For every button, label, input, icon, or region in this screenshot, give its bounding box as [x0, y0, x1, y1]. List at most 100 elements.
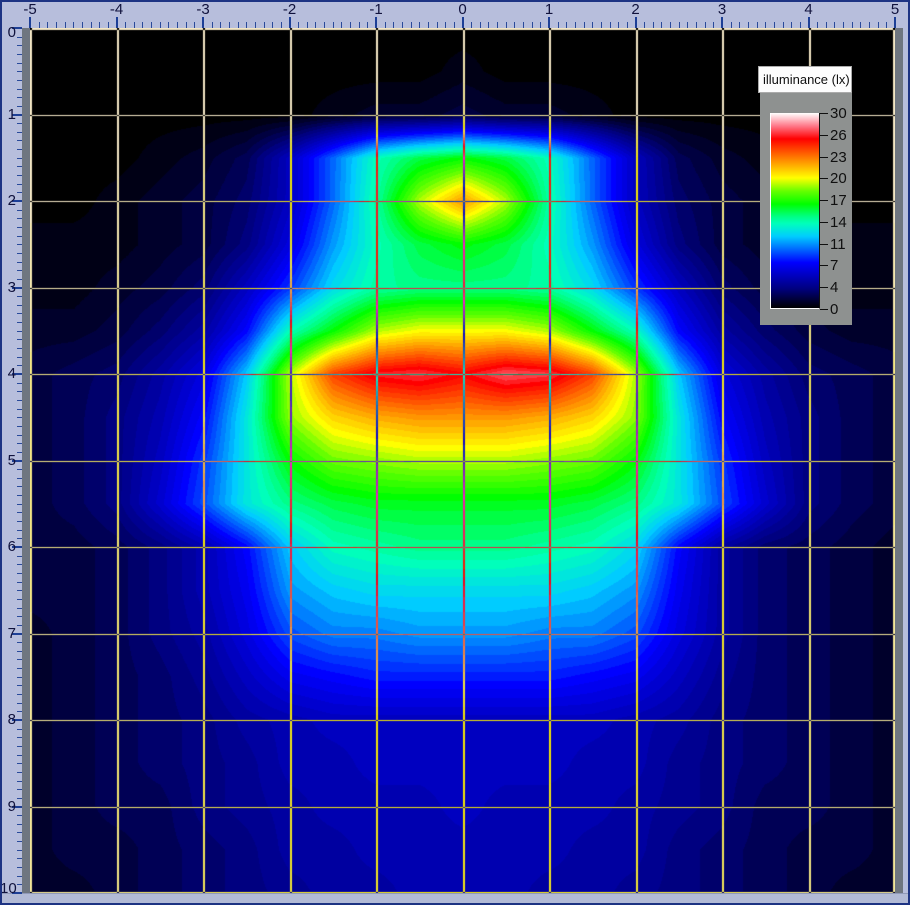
y-minor-tick	[17, 391, 22, 392]
x-minor-tick	[315, 22, 316, 28]
y-minor-tick	[17, 322, 22, 323]
left-wall	[22, 28, 30, 893]
legend-tick-label: 7	[830, 258, 852, 273]
y-minor-tick	[17, 365, 22, 366]
y-minor-tick	[17, 97, 22, 98]
x-minor-tick	[661, 22, 662, 28]
x-minor-tick	[82, 22, 83, 28]
y-tick-label: 1	[0, 107, 16, 123]
y-minor-tick	[17, 63, 22, 64]
x-minor-tick	[56, 22, 57, 28]
y-tick-label: 9	[0, 799, 16, 815]
x-minor-tick	[151, 22, 152, 28]
x-minor-tick	[618, 22, 619, 28]
y-minor-tick	[17, 253, 22, 254]
y-minor-tick	[17, 876, 22, 877]
x-tick-label: -4	[102, 2, 132, 18]
x-minor-tick	[142, 22, 143, 28]
y-minor-tick	[17, 832, 22, 833]
x-minor-tick	[627, 22, 628, 28]
y-minor-tick	[17, 305, 22, 306]
x-minor-tick	[765, 22, 766, 28]
x-tick	[462, 17, 464, 28]
x-minor-tick	[679, 22, 680, 28]
x-minor-tick	[125, 22, 126, 28]
y-minor-tick	[17, 80, 22, 81]
y-minor-tick	[17, 486, 22, 487]
y-minor-tick	[17, 192, 22, 193]
y-minor-tick	[17, 642, 22, 643]
x-minor-tick	[592, 22, 593, 28]
x-minor-tick	[566, 22, 567, 28]
x-minor-tick	[869, 22, 870, 28]
legend-tick	[820, 135, 828, 136]
y-tick-label: 10	[0, 881, 16, 897]
x-minor-tick	[272, 22, 273, 28]
y-minor-tick	[17, 37, 22, 38]
x-minor-tick	[558, 22, 559, 28]
x-minor-tick	[610, 22, 611, 28]
x-minor-tick	[246, 22, 247, 28]
x-minor-tick	[601, 22, 602, 28]
legend-tick-label: 26	[830, 128, 852, 143]
legend-tick	[820, 157, 828, 158]
y-minor-tick	[17, 746, 22, 747]
x-minor-tick	[341, 22, 342, 28]
legend-tick-label: 11	[830, 237, 852, 252]
y-minor-tick	[17, 218, 22, 219]
y-minor-tick	[17, 763, 22, 764]
y-minor-tick	[17, 89, 22, 90]
y-minor-tick	[17, 867, 22, 868]
x-minor-tick	[540, 22, 541, 28]
y-minor-tick	[17, 469, 22, 470]
y-tick-label: 3	[0, 280, 16, 296]
y-minor-tick	[17, 668, 22, 669]
x-tick-label: 1	[534, 2, 564, 18]
y-minor-tick	[17, 149, 22, 150]
x-minor-tick	[194, 22, 195, 28]
x-minor-tick	[774, 22, 775, 28]
x-minor-tick	[99, 22, 100, 28]
y-minor-tick	[17, 781, 22, 782]
x-minor-tick	[575, 22, 576, 28]
legend: illuminance (lx) 30262320171411740	[758, 66, 852, 325]
x-minor-tick	[220, 22, 221, 28]
y-minor-tick	[17, 383, 22, 384]
y-minor-tick	[17, 841, 22, 842]
x-minor-tick	[307, 22, 308, 28]
bottom-statusbar	[0, 893, 910, 905]
x-minor-tick	[506, 22, 507, 28]
x-tick	[202, 17, 204, 28]
y-minor-tick	[17, 824, 22, 825]
x-minor-tick	[402, 22, 403, 28]
y-minor-tick	[17, 599, 22, 600]
y-tick-label: 6	[0, 539, 16, 555]
y-minor-tick	[17, 711, 22, 712]
y-minor-tick	[17, 339, 22, 340]
x-minor-tick	[39, 22, 40, 28]
x-tick	[289, 17, 291, 28]
y-minor-tick	[17, 590, 22, 591]
x-minor-tick	[411, 22, 412, 28]
x-tick-label: 0	[448, 2, 478, 18]
legend-tick	[820, 113, 828, 114]
y-tick-label: 4	[0, 366, 16, 382]
y-minor-tick	[17, 564, 22, 565]
y-tick-label: 2	[0, 193, 16, 209]
x-minor-tick	[731, 22, 732, 28]
legend-tick	[820, 200, 828, 201]
y-minor-tick	[17, 426, 22, 427]
y-minor-tick	[17, 556, 22, 557]
legend-title: illuminance (lx)	[758, 66, 852, 93]
y-minor-tick	[17, 132, 22, 133]
x-minor-tick	[160, 22, 161, 28]
x-minor-tick	[134, 22, 135, 28]
x-minor-tick	[359, 22, 360, 28]
y-minor-tick	[17, 858, 22, 859]
x-minor-tick	[367, 22, 368, 28]
y-minor-tick	[17, 521, 22, 522]
y-minor-tick	[17, 236, 22, 237]
x-minor-tick	[826, 22, 827, 28]
x-minor-tick	[229, 22, 230, 28]
y-minor-tick	[17, 417, 22, 418]
